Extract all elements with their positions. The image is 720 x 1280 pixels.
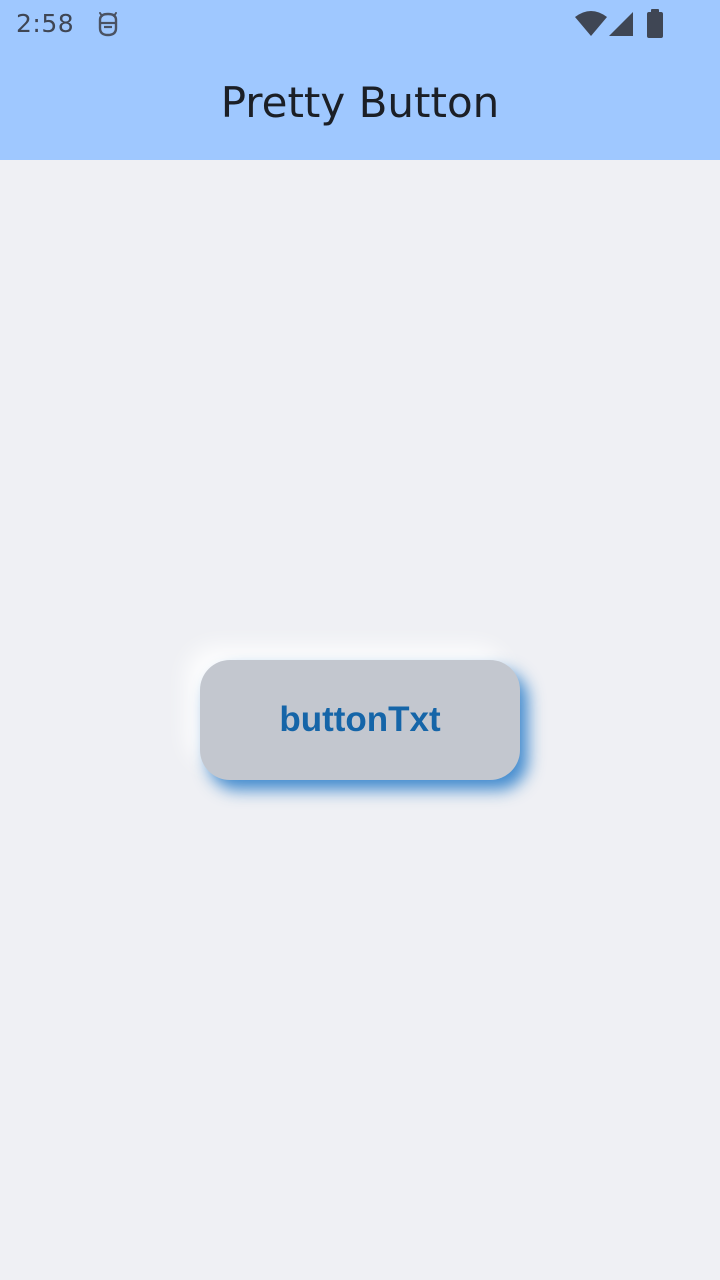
page-title: Pretty Button [220,78,500,127]
bug-debug-icon [98,12,118,37]
cellular-signal-icon [609,12,633,36]
app-bar: 2:58 Pretty Button [0,0,720,160]
pretty-button[interactable]: buttonTxt [200,660,520,780]
status-time: 2:58 [16,9,75,38]
pretty-button-label: buttonTxt [279,700,441,739]
battery-icon [647,9,663,38]
wifi-icon [575,11,607,36]
status-bar: 2:58 [0,0,720,50]
